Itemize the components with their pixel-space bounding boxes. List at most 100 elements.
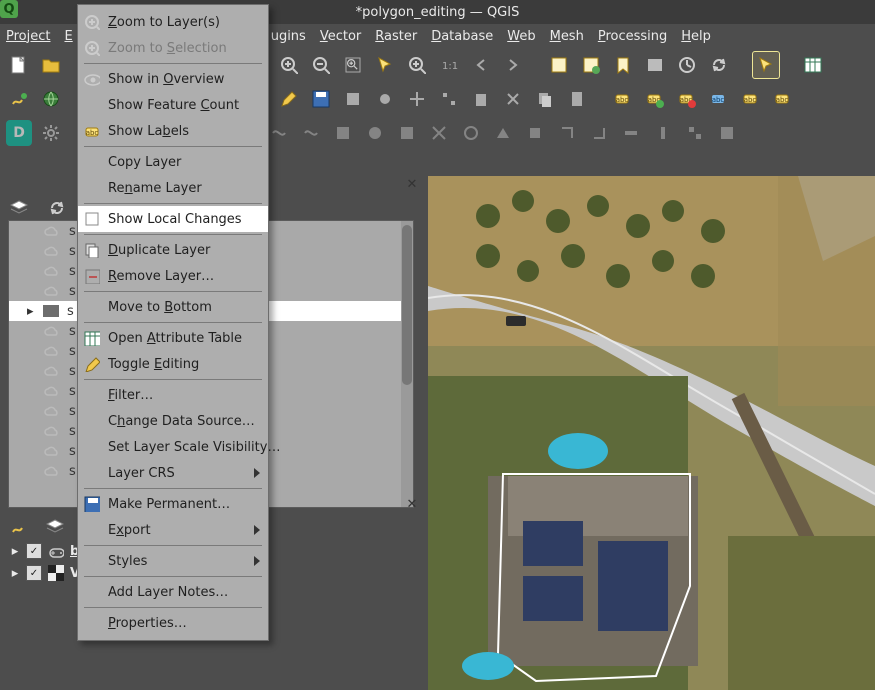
adv-dig-5[interactable]: [394, 120, 420, 146]
selection-tool-button[interactable]: [752, 51, 780, 79]
zoom-in-button[interactable]: [276, 52, 302, 78]
adv-dig-9[interactable]: [522, 120, 548, 146]
menu-filter[interactable]: Filter…: [78, 382, 268, 408]
expand-icon[interactable]: ▸: [10, 566, 20, 581]
menu-properties[interactable]: Properties…: [78, 610, 268, 636]
layer-style-button[interactable]: [6, 195, 32, 221]
menu-layer-crs[interactable]: Layer CRS: [78, 460, 268, 486]
menu-zoom-to-layers[interactable]: Zoom to Layer(s): [78, 9, 268, 35]
add-raster-button[interactable]: [38, 86, 64, 112]
expand-icon[interactable]: ▸: [10, 544, 20, 559]
zoom-last-button[interactable]: [468, 52, 494, 78]
menu-web[interactable]: Web: [507, 29, 535, 44]
new-map-view-button[interactable]: [546, 52, 572, 78]
layer-refresh-button[interactable]: [44, 195, 70, 221]
move-feature-button[interactable]: [404, 86, 430, 112]
new-3d-view-button[interactable]: [578, 52, 604, 78]
copy-button[interactable]: [532, 86, 558, 112]
show-bookmarks-button[interactable]: [642, 52, 668, 78]
add-vector-button[interactable]: [6, 86, 32, 112]
menu-rename-layer[interactable]: Rename Layer: [78, 175, 268, 201]
cut-button[interactable]: [500, 86, 526, 112]
menu-project[interactable]: Project: [6, 29, 50, 44]
menu-vector[interactable]: Vector: [320, 29, 361, 44]
menu-set-scale-visibility[interactable]: Set Layer Scale Visibility…: [78, 434, 268, 460]
adv-dig-3[interactable]: [330, 120, 356, 146]
add-feature-button[interactable]: [340, 86, 366, 112]
menu-show-feature-count[interactable]: Show Feature Count: [78, 92, 268, 118]
label-tool-2[interactable]: [642, 86, 668, 112]
refresh-button[interactable]: [706, 52, 732, 78]
menu-edit-partial[interactable]: E: [64, 29, 72, 44]
adv-dig-7[interactable]: [458, 120, 484, 146]
menu-open-attribute-table[interactable]: Open Attribute Table: [78, 325, 268, 351]
adv-dig-12[interactable]: [618, 120, 644, 146]
panel-close-icon[interactable]: ✕: [404, 176, 420, 192]
zoom-full-button[interactable]: [340, 52, 366, 78]
label-tool-3[interactable]: [674, 86, 700, 112]
menu-show-local-changes[interactable]: Show Local Changes: [78, 206, 268, 232]
adv-dig-1[interactable]: [266, 120, 292, 146]
save-edits-button[interactable]: [308, 86, 334, 112]
zoom-out-button[interactable]: [308, 52, 334, 78]
adv-dig-4[interactable]: [362, 120, 388, 146]
menu-database[interactable]: Database: [431, 29, 493, 44]
menu-move-to-bottom[interactable]: Move to Bottom: [78, 294, 268, 320]
adv-dig-13[interactable]: [650, 120, 676, 146]
menu-show-in-overview[interactable]: Show in Overview: [78, 66, 268, 92]
menu-styles[interactable]: Styles: [78, 548, 268, 574]
menu-show-labels[interactable]: Show Labels: [78, 118, 268, 144]
adv-dig-10[interactable]: [554, 120, 580, 146]
paste-button[interactable]: [564, 86, 590, 112]
node-tool-button[interactable]: [436, 86, 462, 112]
panel2-close-icon[interactable]: ✕: [404, 496, 420, 512]
attribute-table-button[interactable]: [800, 52, 826, 78]
adv-dig-6[interactable]: [426, 120, 452, 146]
layer-context-menu[interactable]: Zoom to Layer(s) Zoom to Selection Show …: [77, 4, 269, 641]
toggle-editing-button[interactable]: [276, 86, 302, 112]
cloud-icon: [43, 445, 61, 457]
open-project-button[interactable]: [38, 52, 64, 78]
menu-mesh[interactable]: Mesh: [550, 29, 584, 44]
zoom-native-button[interactable]: 1:1: [436, 52, 462, 78]
zoom-next-button[interactable]: [500, 52, 526, 78]
adv-dig-11[interactable]: [586, 120, 612, 146]
layer-style-button-2[interactable]: [6, 514, 32, 540]
adv-dig-15[interactable]: [714, 120, 740, 146]
adv-dig-8[interactable]: [490, 120, 516, 146]
new-project-button[interactable]: [6, 52, 32, 78]
menu-help[interactable]: Help: [681, 29, 711, 44]
layer-add-group-button[interactable]: [42, 514, 68, 540]
menu-remove-layer[interactable]: Remove Layer…: [78, 263, 268, 289]
adv-dig-14[interactable]: [682, 120, 708, 146]
layers-scrollbar[interactable]: [401, 221, 413, 507]
menu-duplicate-layer[interactable]: Duplicate Layer: [78, 237, 268, 263]
zoom-selection-button[interactable]: [372, 52, 398, 78]
menu-raster[interactable]: Raster: [375, 29, 417, 44]
menu-plugins-partial[interactable]: ugins: [271, 29, 306, 44]
label-tool-6[interactable]: [770, 86, 796, 112]
layer-visible-checkbox[interactable]: ✓: [26, 565, 42, 581]
temporal-button[interactable]: [674, 52, 700, 78]
label-tool-1[interactable]: [610, 86, 636, 112]
menu-make-permanent[interactable]: Make Permanent…: [78, 491, 268, 517]
zoom-layer-button[interactable]: [404, 52, 430, 78]
menu-add-layer-notes[interactable]: Add Layer Notes…: [78, 579, 268, 605]
menu-toggle-editing[interactable]: Toggle Editing: [78, 351, 268, 377]
menu-change-data-source[interactable]: Change Data Source…: [78, 408, 268, 434]
menu-processing[interactable]: Processing: [598, 29, 667, 44]
menu-export[interactable]: Export: [78, 517, 268, 543]
menu-copy-layer[interactable]: Copy Layer: [78, 149, 268, 175]
label-tool-5[interactable]: [738, 86, 764, 112]
new-bookmark-button[interactable]: [610, 52, 636, 78]
submenu-arrow-icon: [254, 556, 260, 566]
layer-visible-checkbox[interactable]: ✓: [26, 543, 42, 559]
settings-button[interactable]: [38, 120, 64, 146]
label-tool-4[interactable]: abc: [706, 86, 732, 112]
plugin-d-button[interactable]: D: [6, 120, 32, 146]
adv-dig-2[interactable]: [298, 120, 324, 146]
delete-selected-button[interactable]: [468, 86, 494, 112]
map-canvas[interactable]: [428, 176, 875, 690]
digitize-button[interactable]: [372, 86, 398, 112]
scrollbar-thumb[interactable]: [402, 225, 412, 385]
